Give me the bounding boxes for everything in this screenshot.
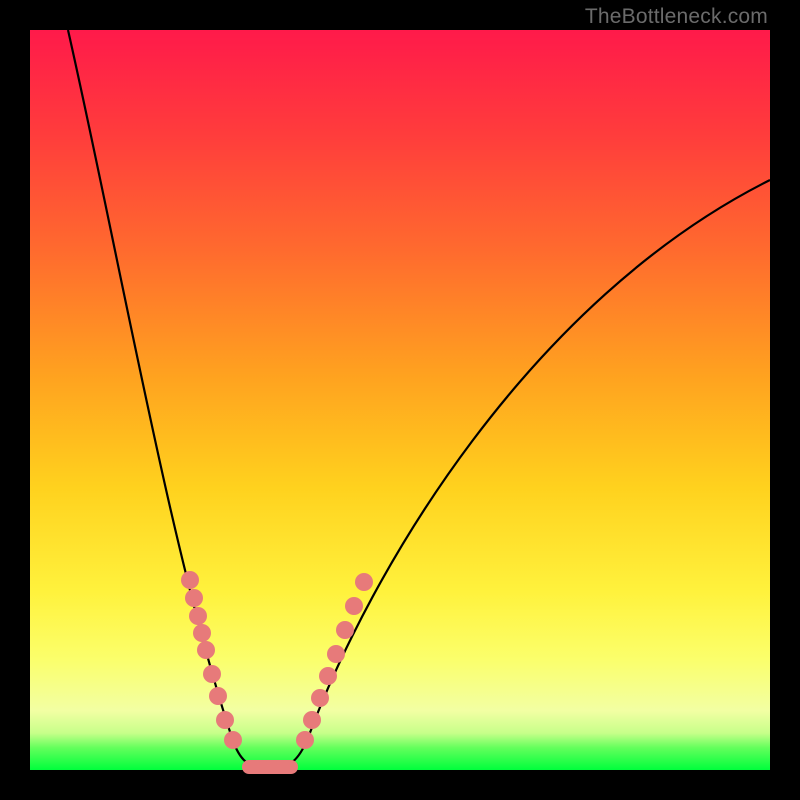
marker-left [197,641,215,659]
marker-left [216,711,234,729]
marker-left [209,687,227,705]
marker-right [303,711,321,729]
chart-svg [30,30,770,770]
left-curve [68,30,262,767]
marker-right [345,597,363,615]
right-curve [278,180,770,767]
marker-right [327,645,345,663]
floor-segment [242,760,298,774]
watermark-text: TheBottleneck.com [585,5,768,29]
marker-right [319,667,337,685]
marker-right [296,731,314,749]
marker-left [185,589,203,607]
marker-right [355,573,373,591]
marker-left [224,731,242,749]
marker-left [189,607,207,625]
marker-left [193,624,211,642]
marker-left [181,571,199,589]
marker-right [311,689,329,707]
right-markers [296,573,373,749]
marker-right [336,621,354,639]
plot-area [30,30,770,770]
marker-left [203,665,221,683]
left-markers [181,571,242,749]
